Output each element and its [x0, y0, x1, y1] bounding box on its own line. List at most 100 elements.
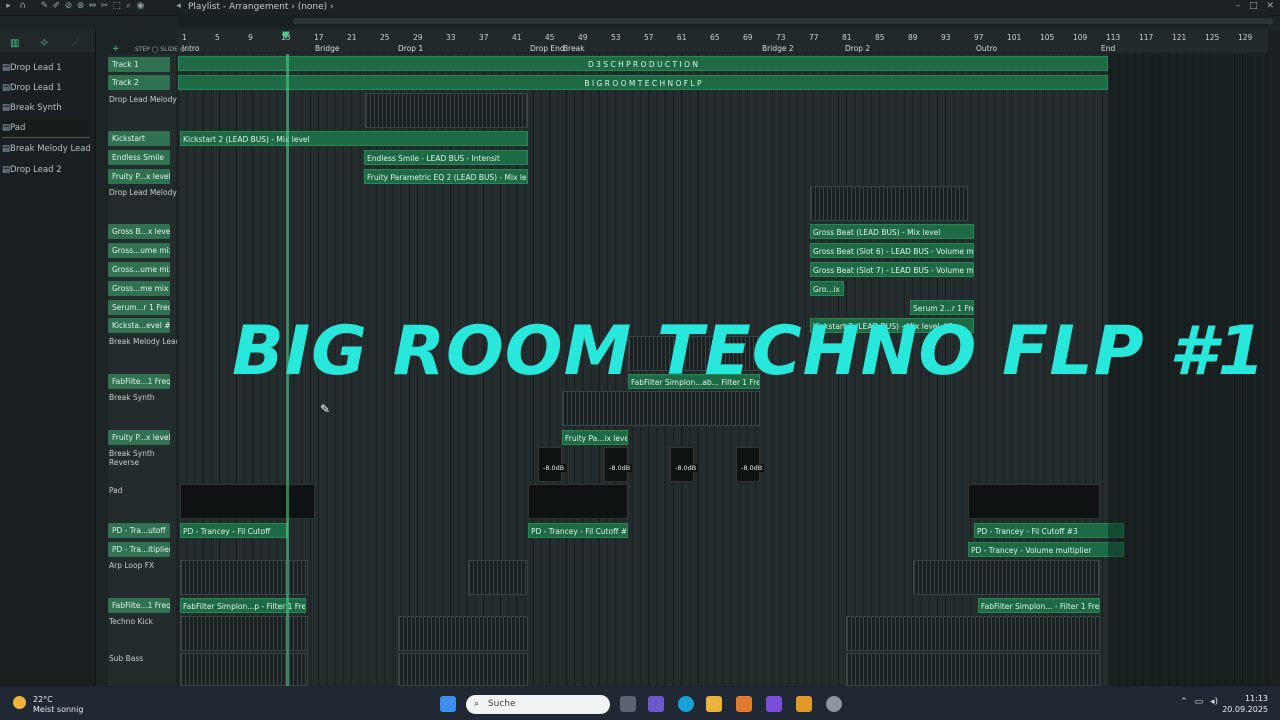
audio-clip[interactable] [398, 616, 528, 651]
menu-arrow-icon[interactable]: ▸ [4, 2, 13, 11]
automation-clip[interactable]: PD - Trancey - Volume multiplier [968, 542, 1124, 557]
track-header[interactable]: Break Synth [108, 393, 177, 402]
audio-clip[interactable] [398, 653, 528, 686]
volume-icon[interactable]: ◂) [1210, 697, 1218, 707]
audio-clip[interactable] [846, 616, 1100, 651]
select-icon[interactable]: ⬚ [112, 2, 121, 11]
automation-clip[interactable]: Fruity Parametric EQ 2 (LEAD BUS) - Mix … [364, 169, 528, 184]
picker-item-selected[interactable]: ▤Pad [2, 120, 90, 138]
mute-icon[interactable]: ⊗ [76, 2, 85, 11]
automation-clip[interactable]: Kickstart 2 (LEAD BUS) - Mix level [180, 131, 528, 146]
marker-bridge[interactable]: Bridge [315, 44, 339, 53]
marker-break[interactable]: Break [563, 44, 585, 53]
clips-icon[interactable]: ✥ [40, 38, 48, 49]
track-header[interactable]: Gross B...x level [108, 224, 170, 239]
timeline-ruler[interactable]: 1 5 9 13 17 21 25 29 33 37 41 45 49 53 57 61 65 69 73 77 81 8… [178, 30, 1268, 53]
pattern-clip[interactable] [365, 93, 528, 128]
magnet-icon[interactable]: ∩ [18, 2, 27, 11]
picker-item[interactable]: ▤Drop Lead 1 [2, 80, 90, 97]
track-header[interactable]: Kicksta...evel #2 [108, 318, 170, 333]
track-header[interactable]: Serum...r 1 Freq [108, 300, 170, 315]
track-header[interactable]: Gross...ume mix [108, 243, 170, 258]
track-header[interactable]: PD - Tra...utoff [108, 523, 170, 538]
maximize-button[interactable]: □ [1249, 1, 1258, 11]
audio-clip[interactable]: -8.0dB [604, 447, 633, 482]
track-header[interactable]: Drop Lead Melody 2 [108, 188, 177, 197]
weather-widget[interactable]: 22°C Meist sonnig [33, 695, 83, 715]
automation-icon[interactable]: ⟋ [72, 38, 79, 49]
track1-clip[interactable]: D 3 S C H P R O D U C T I O N [178, 56, 1108, 71]
start-menu-icon[interactable] [440, 696, 456, 712]
track-header[interactable]: Gross...ume mix [108, 262, 170, 277]
pattern-clip[interactable] [810, 186, 968, 221]
track-header[interactable]: Endless Smile [108, 150, 170, 165]
automation-clip[interactable]: PD - Trancey - Fil Cutoff #3 [974, 523, 1124, 538]
marker-end[interactable]: End [1101, 44, 1115, 53]
delete-icon[interactable]: ⊘ [64, 2, 73, 11]
chevron-up-icon[interactable]: ⌃ [1180, 697, 1188, 707]
track-header[interactable]: Gross...me mix [108, 281, 170, 296]
automation-clip[interactable]: Endless Smile - LEAD BUS - Intensit [364, 150, 528, 165]
automation-clip[interactable]: Gro...ix [810, 281, 844, 296]
monitor-icon[interactable]: ▭ [1195, 697, 1204, 707]
picker-item[interactable]: ▤Drop Lead 1 [2, 60, 90, 77]
marker-outro[interactable]: Outro [976, 44, 997, 53]
audio-clip[interactable] [528, 484, 628, 519]
audio-clip[interactable] [913, 560, 1100, 595]
picker-item[interactable]: ▤Break Synth [2, 100, 90, 117]
search-box[interactable]: ⌕ Suche [466, 695, 610, 714]
settings-icon[interactable] [826, 696, 842, 712]
playback-icon[interactable]: ◉ [136, 2, 145, 11]
overview-scrollbar[interactable] [178, 15, 1273, 28]
slip-icon[interactable]: ⇔ [88, 2, 97, 11]
system-tray[interactable]: ⌃ ▭ ◂) [1180, 697, 1218, 707]
task-view-icon[interactable] [620, 696, 636, 712]
slice-icon[interactable]: ✂ [100, 2, 109, 11]
fl-studio-active-icon[interactable] [796, 696, 812, 712]
track-header[interactable]: Track 2 [108, 75, 170, 90]
picker-item[interactable]: ▤Drop Lead 2 [2, 162, 90, 179]
automation-clip[interactable]: Gross Beat (Slot 6) - LEAD BUS - Volume … [810, 243, 974, 258]
track-header[interactable]: FabFilte...1 Freq [108, 374, 170, 389]
weather-sun-icon[interactable] [13, 696, 26, 709]
track-header[interactable]: PD - Tra...ltiplier [108, 542, 170, 557]
track-header[interactable]: Kickstart [108, 131, 170, 146]
app-icon[interactable] [766, 696, 782, 712]
window-subtitle[interactable]: (none) [298, 2, 327, 12]
audio-clip[interactable]: -8.0dB [670, 447, 699, 482]
automation-clip[interactable]: FabFilter Simplon... - Filter 1 Freq #2 [978, 598, 1100, 613]
track-header[interactable]: Track 1 [108, 57, 170, 72]
marker-drop-2[interactable]: Drop 2 [845, 44, 870, 53]
picker-item[interactable]: ▤Break Melody Lead [2, 141, 90, 158]
automation-clip[interactable]: PD - Trancey - Fil Cutoff #2 [528, 523, 628, 538]
audio-clip[interactable]: -8.0dB [736, 447, 765, 482]
automation-clip[interactable]: Gross Beat (LEAD BUS) - Mix level [810, 224, 974, 239]
track-header[interactable]: Techno Kick [108, 617, 177, 626]
track-header[interactable]: Arp Loop FX [108, 561, 177, 570]
audio-clip[interactable] [968, 484, 1100, 519]
pattern-clip[interactable] [562, 391, 760, 426]
zoom-icon[interactable]: ⌕ [124, 2, 133, 11]
track2-clip[interactable]: B I G R O O M T E C H N O F L P [178, 75, 1108, 90]
vertical-scrollbar[interactable] [1268, 30, 1280, 686]
audio-clip[interactable] [468, 560, 528, 595]
track-header[interactable]: Break Melody Lead [108, 337, 177, 346]
track-header[interactable]: Break Synth Reverse [108, 449, 177, 467]
patterns-icon[interactable]: ▥ [10, 38, 19, 49]
playhead-marker-icon[interactable]: ▼ [282, 30, 290, 41]
audio-clip[interactable] [846, 653, 1100, 686]
add-marker-icon[interactable]: + [112, 44, 120, 54]
pencil-icon[interactable]: ✎ [40, 2, 49, 11]
audio-clip[interactable] [180, 484, 315, 519]
automation-clip[interactable]: Fruity Pa...ix level [562, 430, 628, 445]
track-header[interactable]: FabFilte...1 Freq [108, 598, 170, 613]
close-button[interactable]: ✕ [1266, 1, 1274, 11]
track-header[interactable]: Fruity P...x level [108, 430, 170, 445]
marker-drop-1[interactable]: Drop 1 [398, 44, 423, 53]
file-explorer-icon[interactable] [706, 696, 722, 712]
track-header[interactable]: Drop Lead Melody 1 [108, 95, 177, 104]
edge-icon[interactable] [678, 696, 694, 712]
minimize-button[interactable]: – [1236, 1, 1241, 11]
track-header[interactable]: Sub Bass [108, 654, 177, 663]
track-header[interactable]: Pad [108, 486, 177, 495]
